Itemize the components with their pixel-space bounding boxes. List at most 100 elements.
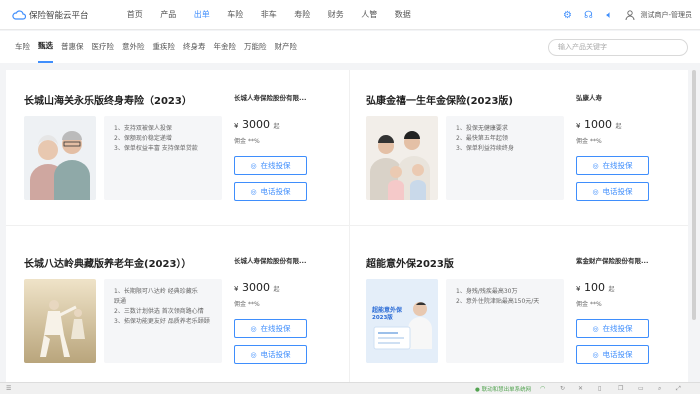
refresh-icon[interactable]: ↻	[560, 385, 565, 392]
button-label: 电话投保	[260, 187, 291, 196]
button-label: 在线投保	[602, 324, 633, 333]
commission-value: **%	[589, 301, 602, 308]
family-photo	[366, 116, 438, 200]
print-icon[interactable]: ▭	[638, 385, 644, 392]
nav-item-products[interactable]: 产品	[152, 0, 186, 30]
delete-icon[interactable]: ▯	[598, 385, 601, 392]
button-label: 电话投保	[602, 187, 633, 196]
online-apply-button[interactable]: ◎ 在线投保	[576, 319, 649, 338]
expand-icon[interactable]: ⤢	[676, 385, 681, 393]
online-apply-button[interactable]: ◎ 在线投保	[576, 156, 649, 175]
nav-item-home[interactable]: 首页	[118, 0, 152, 30]
search-icon[interactable]: ⌕	[658, 385, 661, 393]
product-card: 长城山海关永乐版终身寿险（2023） 长城人寿保险股份有限... 1、支持双被保…	[6, 70, 346, 220]
search-input[interactable]: 输入产品关键字	[548, 39, 688, 56]
commission-value: **%	[589, 138, 602, 145]
taichi-photo	[24, 279, 96, 363]
feature-item: 跃通	[114, 298, 127, 305]
online-apply-button[interactable]: ◎ 在线投保	[234, 319, 307, 338]
nav-item-hr[interactable]: 人管	[353, 0, 387, 30]
apply-icon: ◎	[592, 161, 599, 170]
company-name: 弘康人寿	[576, 94, 602, 102]
phone-apply-button[interactable]: ◎ 电话投保	[576, 182, 649, 201]
commission: 佣金 **%	[234, 299, 260, 308]
nav-item-finance[interactable]: 财务	[319, 0, 353, 30]
phone-apply-button[interactable]: ◎ 电话投保	[234, 345, 307, 364]
menu-icon[interactable]: ☰	[6, 385, 11, 392]
user-name[interactable]: 测试商户-管理员	[640, 10, 692, 20]
price: ¥ 3000 起	[234, 281, 279, 294]
company-name: 长城人寿保险股份有限...	[234, 94, 307, 102]
product-grid: 长城山海关永乐版终身寿险（2023） 长城人寿保险股份有限... 1、支持双被保…	[6, 70, 688, 382]
tab-auto[interactable]: 车险	[15, 31, 30, 63]
feature-item: 1、身残/残疾最高30万	[456, 288, 518, 295]
commission-label: 佣金	[576, 138, 589, 145]
wifi-icon[interactable]: ◠	[540, 385, 545, 392]
tab-whole-life[interactable]: 终身寿	[183, 31, 206, 63]
feature-item: 3、保单利益持续终身	[456, 145, 514, 152]
tab-annuity[interactable]: 年金险	[214, 31, 237, 63]
tab-featured[interactable]: 甄选	[38, 31, 53, 63]
button-label: 在线投保	[602, 161, 633, 170]
product-title[interactable]: 长城八达岭典藏版养老年金(2023））	[24, 255, 191, 270]
nav-item-auto[interactable]: 车险	[219, 0, 253, 30]
feature-list: 1、长期限可八达岭 经典珍藏乐 跃通 2、三数计划供选 首次领商路心情 3、拓保…	[104, 279, 222, 363]
feature-item: 2、意外住院津贴最高150元/天	[456, 298, 540, 305]
feature-item: 3、保单权益丰富 支持保单贷款	[114, 145, 198, 152]
status-bar: ☰ ● 联动和慧出单系统网 ◠ ↻ ✕ ▯ ❐ ▭ ⌕ ⤢	[0, 382, 700, 394]
phone-icon: ◎	[592, 187, 599, 196]
network-status: ● 联动和慧出单系统网	[475, 386, 532, 393]
tab-accident[interactable]: 意外险	[122, 31, 145, 63]
product-title[interactable]: 超能意外保2023版	[366, 255, 454, 270]
commission-value: **%	[247, 138, 260, 145]
feature-list: 1、身残/残疾最高30万 2、意外住院津贴最高150元/天	[446, 279, 564, 363]
feature-item: 1、长期限可八达岭 经典珍藏乐	[114, 288, 198, 295]
currency: ¥	[576, 122, 581, 130]
currency: ¥	[576, 285, 581, 293]
tab-inclusive[interactable]: 普惠保	[61, 31, 84, 63]
price-value: 3000	[241, 281, 270, 294]
online-apply-button[interactable]: ◎ 在线投保	[234, 156, 307, 175]
product-title[interactable]: 长城山海关永乐版终身寿险（2023）	[24, 92, 192, 107]
price-unit: 起	[273, 286, 280, 293]
product-card: 弘康金禧一生年金保险(2023版) 弘康人寿 1、投保无健康要求 2、最快第五年…	[348, 70, 688, 220]
price: ¥ 3000 起	[234, 118, 279, 131]
copy-icon[interactable]: ❐	[618, 385, 623, 392]
phone-apply-button[interactable]: ◎ 电话投保	[576, 345, 649, 364]
button-label: 在线投保	[260, 324, 291, 333]
nav-item-data[interactable]: 数据	[386, 0, 420, 30]
category-tabs-bar: 车险 甄选 普惠保 医疗险 意外险 重疾险 终身寿 年金险 万能险 财产险 输入…	[0, 31, 700, 63]
commission-label: 佣金	[576, 301, 589, 308]
brand[interactable]: 保险智能云平台	[12, 9, 104, 21]
commission-value: **%	[247, 301, 260, 308]
nav-item-non-auto[interactable]: 非车	[252, 0, 286, 30]
close-icon[interactable]: ✕	[578, 385, 583, 392]
user-icon[interactable]	[624, 9, 636, 21]
button-label: 电话投保	[602, 350, 633, 359]
apply-icon: ◎	[592, 324, 599, 333]
company-name: 紫金财产保险股份有限...	[576, 257, 649, 265]
apply-icon: ◎	[250, 324, 257, 333]
phone-apply-button[interactable]: ◎ 电话投保	[234, 182, 307, 201]
headset-icon[interactable]: ☊	[582, 9, 594, 21]
product-card: 长城八达岭典藏版养老年金(2023）） 长城人寿保险股份有限... 1、长期限可…	[6, 233, 346, 383]
tab-universal[interactable]: 万能险	[244, 31, 267, 63]
speaker-icon[interactable]: 🔈︎	[603, 9, 615, 21]
gear-icon[interactable]: ⚙	[561, 9, 573, 21]
topbar-tools: ⚙ ☊ 🔈︎ 测试商户-管理员	[552, 0, 692, 30]
company-name: 长城人寿保险股份有限...	[234, 257, 307, 265]
tab-property[interactable]: 财产险	[275, 31, 298, 63]
product-title[interactable]: 弘康金禧一生年金保险(2023版)	[366, 92, 513, 107]
phone-icon: ◎	[250, 187, 257, 196]
product-card: 超能意外保2023版 紫金财产保险股份有限... 超能意外保 2023版 1、身…	[348, 233, 688, 383]
nav-item-issue[interactable]: 出单	[185, 0, 219, 30]
commission: 佣金 **%	[576, 136, 602, 145]
tab-critical-illness[interactable]: 重疾险	[153, 31, 176, 63]
feature-item: 2、最快第五年起领	[456, 135, 508, 142]
vertical-scrollbar[interactable]	[692, 70, 696, 320]
currency: ¥	[234, 285, 239, 293]
nav-item-life[interactable]: 寿险	[286, 0, 320, 30]
tab-medical[interactable]: 医疗险	[92, 31, 115, 63]
feature-item: 2、三数计划供选 首次领商路心情	[114, 308, 204, 315]
brand-name: 保险智能云平台	[29, 10, 89, 21]
